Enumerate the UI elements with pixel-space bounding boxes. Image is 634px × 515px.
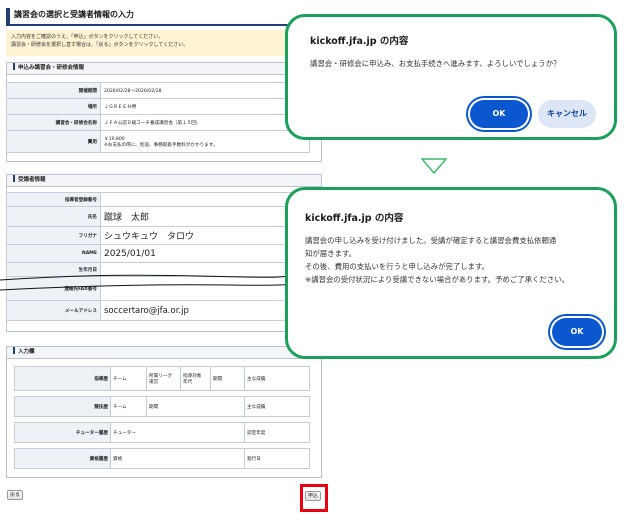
birthdate-value: 2025/01/01 (100, 244, 310, 263)
row-label: フリガナ (6, 226, 101, 245)
row-label: 場所 (6, 98, 101, 115)
row-label: 費用 (6, 130, 101, 153)
row-label: NAME (6, 244, 101, 263)
row-value: 2026/02/28～2026/02/28 (100, 82, 310, 99)
col-league: 所属リーグ 運営 (146, 366, 181, 391)
playing-label: 競技歴 (14, 396, 111, 417)
row-label: 氏名 (6, 206, 101, 227)
down-arrow-icon (421, 158, 447, 174)
confirm-dialog-message: 講習会・研修会に申込み、お支払手続きへ進みます、よろしいでしょうか？ (310, 59, 561, 68)
fee-note: ※お支払の際に、別途、事務取扱手数料がかかります。 (104, 142, 218, 148)
table-row: NAME 2025/01/01 (6, 244, 310, 263)
license-history-table: 資格履歴 資格 発行日 (14, 448, 310, 469)
col-team: チーム (110, 366, 147, 391)
row-label: 開催期間 (6, 82, 101, 99)
notice-line-1: 入力内容をご確認のうえ、「申込」ボタンをクリックしてください。 (11, 34, 164, 40)
course-info-heading: 申込み講習会・研修会情報 (7, 63, 321, 75)
col-tutor: チューター (110, 422, 245, 443)
redaction-scribble (0, 273, 300, 291)
message-line-4: ※講習会の受付状況により受講できない場合があります。予めご了承ください。 (305, 275, 569, 284)
table-row: 開催期間 2026/02/28～2026/02/28 (6, 82, 310, 99)
col-results: 主な成績 (244, 396, 310, 417)
table-row: 費用 ￥19,800 ※お支払の際に、別途、事務取扱手数料がかかります。 (6, 130, 310, 153)
col-period: 期間 (210, 366, 245, 391)
confirm-dialog-title: kickoff.jfa.jp の内容 (310, 36, 409, 47)
row-value: ＪＧＲＥＥＮ堺 (100, 98, 310, 115)
col-cert-year: 認定年度 (244, 422, 310, 443)
message-line-2: 知が届きます。 (305, 249, 356, 258)
input-heading: 入力欄 (7, 347, 321, 359)
col-results: 主な成績 (244, 366, 310, 391)
coaching-label: 指導歴 (14, 366, 111, 391)
notice-line-2: 講習会・研修会を選択し直す場合は、「戻る」ボタンをクリックしてください。 (11, 42, 189, 48)
back-button[interactable]: 戻る (7, 490, 23, 500)
table-row: 資格履歴 資格 発行日 (14, 448, 310, 469)
tutor-history-table: チューター履歴 チューター 認定年度 (14, 422, 310, 443)
table-row: チューター履歴 チューター 認定年度 (14, 422, 310, 443)
col-team: チーム (110, 396, 147, 417)
accepted-dialog: kickoff.jfa.jp の内容 講習会の申し込みを受け付けました。受講が確… (285, 187, 617, 359)
instruction-notice: 入力内容をご確認のうえ、「申込」ボタンをクリックしてください。 講習会・研修会を… (6, 30, 322, 56)
cancel-button[interactable]: キャンセル (538, 100, 596, 128)
message-line-1: 講習会の申し込みを受け付けました。受講が確定すると講習会費支払依頼通 (305, 236, 557, 245)
col-license: 資格 (110, 448, 245, 469)
playing-history-table: 競技歴 チーム 期間 主な成績 (14, 396, 310, 417)
email-value: soccertaro@jfa.or.jp (100, 300, 310, 321)
row-label: メールアドレス (6, 300, 101, 321)
table-row: フリガナ シュウキュウ タロウ (6, 226, 310, 245)
col-period: 期間 (146, 396, 245, 417)
student-info-table: 指導者登録番号 氏名 蹴球 太郎 フリガナ シュウキュウ タロウ NAME 20… (6, 192, 310, 321)
col-age-group: 指導対象 年代 (180, 366, 211, 391)
col-issue-date: 発行日 (244, 448, 310, 469)
accepted-dialog-title: kickoff.jfa.jp の内容 (305, 213, 404, 224)
license-label: 資格履歴 (14, 448, 111, 469)
page-title: 講習会の選択と受講者情報の入力 (6, 8, 322, 26)
ok-button[interactable]: OK (552, 318, 602, 346)
message-line-3: その後、費用の支払いを行うと申し込みが完了します。 (305, 262, 490, 271)
furigana-value: シュウキュウ タロウ (100, 226, 310, 245)
confirm-dialog: kickoff.jfa.jp の内容 講習会・研修会に申込み、お支払手続きへ進み… (285, 14, 617, 140)
student-info-heading: 受講者情報 (7, 175, 321, 187)
name-value: 蹴球 太郎 (100, 206, 310, 227)
accepted-dialog-message: 講習会の申し込みを受け付けました。受講が確定すると講習会費支払依頼通 知が届きま… (305, 234, 609, 286)
apply-highlight-box (300, 484, 328, 512)
table-row: 指導歴 チーム 所属リーグ 運営 指導対象 年代 期間 主な成績 (14, 366, 310, 391)
table-row: 場所 ＪＧＲＥＥＮ堺 (6, 98, 310, 115)
tutor-label: チューター履歴 (14, 422, 111, 443)
table-row: メールアドレス soccertaro@jfa.or.jp (6, 300, 310, 321)
row-value: ＪＦＡ公認Ｄ級コーチ養成講習会（第１５回） (100, 114, 310, 131)
table-row: 競技歴 チーム 期間 主な成績 (14, 396, 310, 417)
row-value: ￥19,800 ※お支払の際に、別途、事務取扱手数料がかかります。 (100, 130, 310, 153)
coaching-history-table: 指導歴 チーム 所属リーグ 運営 指導対象 年代 期間 主な成績 (14, 366, 310, 391)
course-info-table: 開催期間 2026/02/28～2026/02/28 場所 ＪＧＲＥＥＮ堺 講習… (6, 82, 310, 153)
row-label: 指導者登録番号 (6, 192, 101, 207)
row-label: 講習会・研修会名称 (6, 114, 101, 131)
table-row: 氏名 蹴球 太郎 (6, 206, 310, 227)
table-row: 指導者登録番号 (6, 192, 310, 207)
ok-button[interactable]: OK (470, 100, 528, 128)
table-row: 講習会・研修会名称 ＪＦＡ公認Ｄ級コーチ養成講習会（第１５回） (6, 114, 310, 131)
row-value (100, 192, 310, 207)
